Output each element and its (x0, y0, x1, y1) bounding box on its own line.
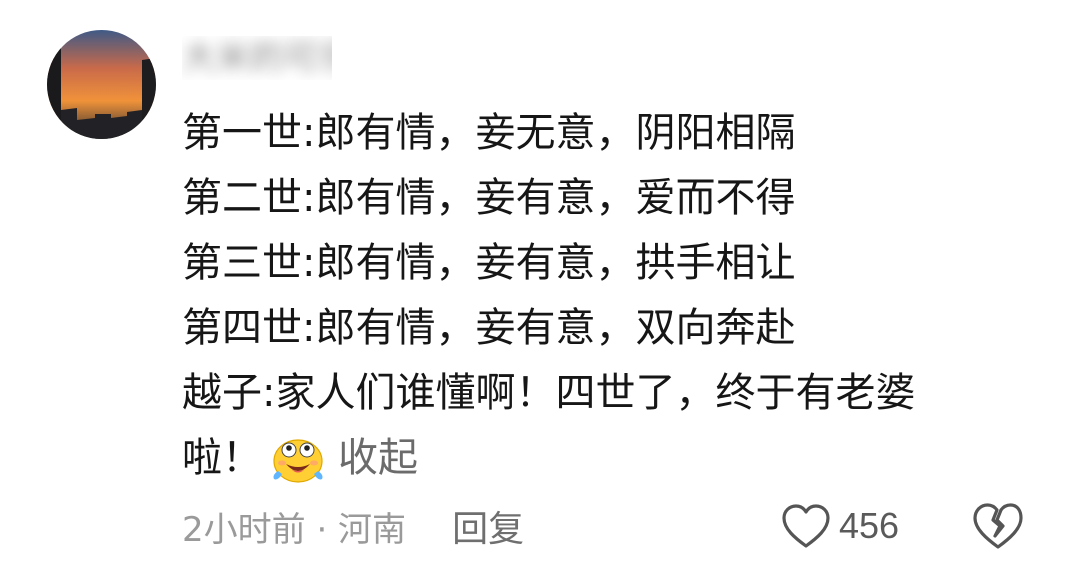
username[interactable]: 大米的可乐 (182, 36, 332, 80)
username-text: 大米的可乐 (182, 38, 332, 78)
like-button[interactable]: 456 (781, 500, 899, 552)
comment-line: 第一世:郎有情，妾无意，阴阳相隔 (182, 110, 796, 156)
timestamp-location: 2小时前 · 河南 (182, 509, 407, 550)
avatar[interactable] (47, 30, 156, 139)
collapse-button[interactable]: 收起 (338, 426, 418, 491)
laughing-tears-emoji-icon (270, 434, 326, 484)
comment-line: 第二世:郎有情，妾有意，爱而不得 (182, 175, 796, 221)
comment-line: 第四世:郎有情，妾有意，双向奔赴 (182, 305, 796, 351)
comment-line: 越子:家人们谁懂啊！四世了，终于有老婆 (182, 370, 916, 416)
reply-button[interactable]: 回复 (452, 500, 524, 552)
comment-last-line: 啦！ 收起 (182, 426, 1022, 491)
comment-line: 啦！ (182, 435, 262, 481)
comment-meta: 2小时前 · 河南 回复 (182, 500, 524, 552)
heart-outline-icon (781, 503, 831, 549)
comment-item: 大米的可乐 第一世:郎有情，妾无意，阴阳相隔 第二世:郎有情，妾有意，爱而不得 … (0, 0, 1080, 574)
comment-line: 第三世:郎有情，妾有意，拱手相让 (182, 240, 796, 286)
like-count: 456 (839, 505, 900, 546)
comment-body: 第一世:郎有情，妾无意，阴阳相隔 第二世:郎有情，妾有意，爱而不得 第三世:郎有… (182, 101, 1022, 491)
broken-heart-icon (972, 502, 1024, 550)
dislike-button[interactable] (972, 502, 1024, 550)
